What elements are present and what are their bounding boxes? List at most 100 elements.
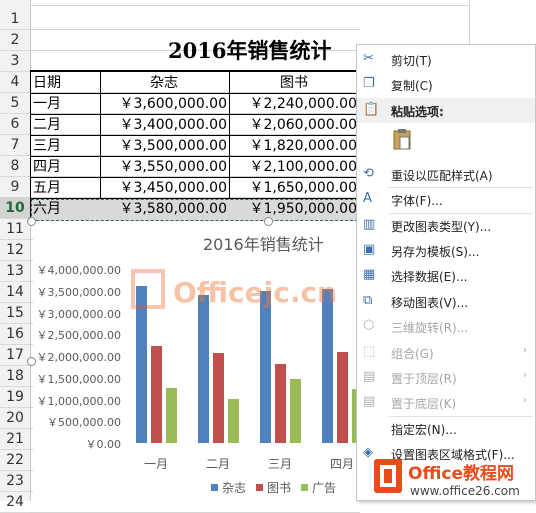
sheet-title[interactable]: 2016年销售统计 xyxy=(168,35,331,65)
x-axis-tick-label: 一月 xyxy=(144,457,169,471)
chart-legend[interactable]: 杂志 图书 广告 xyxy=(211,479,336,496)
menu-item-label: 另存为模板(S)... xyxy=(391,245,480,259)
bar-1-3[interactable] xyxy=(166,387,177,443)
row-number[interactable]: 1 xyxy=(0,8,30,30)
cell-magazine[interactable]: ￥3,550,000.00 xyxy=(101,156,227,178)
chart-resize-handle[interactable] xyxy=(264,217,273,226)
row-number[interactable]: 20 xyxy=(0,407,30,429)
chart-area[interactable]: 2016年销售统计 ￥4,000,000.00 ￥3,500,000.00 ￥3,0… xyxy=(33,221,363,501)
menu-item-0[interactable]: ✂ 剪切(T) xyxy=(357,47,535,72)
row-number[interactable]: 10 xyxy=(0,197,30,219)
menu-item-12[interactable]: ▤ 置于底层(K) › xyxy=(357,390,535,415)
row-number[interactable]: 6 xyxy=(0,113,30,135)
cell-magazine[interactable]: ￥3,600,000.00 xyxy=(101,93,227,115)
menu-item-13[interactable]: 指定宏(N)... xyxy=(357,416,535,441)
chart-resize-handle[interactable] xyxy=(27,217,36,226)
row-header-column: 1 2 3 4 5 6 7 8 9 10 11 12 13 14 15 16 17 18 19 20 21 22 23 24 xyxy=(0,0,31,513)
bar-2-2[interactable] xyxy=(213,353,224,443)
y-axis-tick-label: ￥2,000,000.00 xyxy=(36,351,121,364)
save-template-icon: ▣ xyxy=(363,242,376,257)
y-axis-tick-label: ￥3,000,000.00 xyxy=(36,307,121,321)
reset-style-icon: ⟲ xyxy=(363,165,374,181)
menu-item-label: 复制(C) xyxy=(391,79,433,94)
row-number[interactable]: 13 xyxy=(0,260,30,282)
menu-item-label: 置于顶层(R) xyxy=(391,372,457,386)
bar-4-1[interactable] xyxy=(322,288,333,443)
submenu-arrow-icon: › xyxy=(523,395,527,407)
row-number[interactable]: 3 xyxy=(0,50,30,72)
menu-item-7[interactable]: ▦ 选择数据(E)... xyxy=(357,263,535,288)
header-date[interactable]: 日期 xyxy=(33,72,61,94)
cell-book[interactable]: ￥2,060,000.00 xyxy=(230,114,357,136)
row-number[interactable]: 4 xyxy=(0,71,30,93)
cell-book[interactable]: ￥1,820,000.00 xyxy=(230,135,357,157)
menu-item-8[interactable]: ⧉ 移动图表(V)... xyxy=(357,289,535,314)
cell-magazine[interactable]: ￥3,400,000.00 xyxy=(101,114,227,136)
row-number[interactable]: 17 xyxy=(0,344,30,366)
context-menu: ✂ 剪切(T) ❐ 复制(C) 📋 粘贴选项: ⟲ 重设以匹配样式(A) A 字体(F)... ▥ 更… xyxy=(356,44,536,501)
cell-date[interactable]: 一月 xyxy=(33,93,61,115)
menu-item-9[interactable]: ⬡ 三维旋转(R)... xyxy=(357,314,535,339)
submenu-arrow-icon: › xyxy=(523,370,527,381)
bar-3-1[interactable] xyxy=(260,290,271,443)
menu-item-10[interactable]: ⬚ 组合(G) › xyxy=(357,340,535,365)
header-book[interactable]: 图书 xyxy=(280,72,308,94)
cell-date[interactable]: 四月 xyxy=(33,156,61,178)
legend-swatch xyxy=(256,484,264,491)
row-number[interactable]: 8 xyxy=(0,155,30,177)
x-axis-tick-label: 四月 xyxy=(330,457,355,471)
menu-item-label: 组合(G) xyxy=(391,346,434,361)
office26-logo: Office教程网 www.office26.com xyxy=(374,459,520,498)
menu-item-3[interactable]: ⟲ 重设以匹配样式(A) xyxy=(357,162,535,187)
bar-1-1[interactable] xyxy=(136,286,147,443)
x-axis-tick-label: 三月 xyxy=(268,457,293,471)
bar-3-2[interactable] xyxy=(275,363,286,443)
bar-3-3[interactable] xyxy=(290,379,301,443)
cell-magazine[interactable]: ￥3,500,000.00 xyxy=(101,135,227,157)
row-number[interactable]: 18 xyxy=(0,365,30,387)
row-number[interactable]: 24 xyxy=(0,491,30,513)
row-number[interactable]: 14 xyxy=(0,281,30,303)
header-magazine[interactable]: 杂志 xyxy=(150,72,178,94)
cell-date[interactable]: 五月 xyxy=(33,177,61,199)
submenu-arrow-icon: › xyxy=(523,344,527,356)
cell-magazine[interactable]: ￥3,450,000.00 xyxy=(101,177,227,199)
y-axis-tick-label: ￥3,500,000.00 xyxy=(36,285,121,299)
cell-book[interactable]: ￥1,650,000.00 xyxy=(230,177,357,199)
row-number[interactable]: 21 xyxy=(0,428,30,450)
chart-resize-handle[interactable] xyxy=(27,357,36,366)
row-number[interactable]: 2 xyxy=(0,29,30,51)
row-number[interactable]: 22 xyxy=(0,449,30,471)
cell-book[interactable]: ￥2,100,000.00 xyxy=(230,156,357,178)
cell-date[interactable]: 二月 xyxy=(33,114,61,136)
cell-book[interactable]: ￥2,240,000.00 xyxy=(230,93,357,115)
chart-title[interactable]: 2016年销售统计 xyxy=(203,231,324,255)
y-axis-tick-label: ￥1,000,000.00 xyxy=(36,394,121,408)
paste-keep-source-icon[interactable] xyxy=(393,128,411,150)
row-number[interactable]: 11 xyxy=(0,218,30,240)
menu-item-6[interactable]: ▣ 另存为模板(S)... xyxy=(357,238,535,263)
row-number[interactable]: 9 xyxy=(0,176,30,198)
menu-item-11[interactable]: ▤ 置于顶层(R) › xyxy=(357,365,535,390)
row-number[interactable]: 19 xyxy=(0,386,30,408)
row-number[interactable]: 23 xyxy=(0,470,30,492)
row-number[interactable]: 16 xyxy=(0,323,30,345)
gridline xyxy=(30,5,470,6)
menu-item-1[interactable]: ❐ 复制(C) xyxy=(357,72,535,97)
bar-2-1[interactable] xyxy=(198,295,209,443)
menu-item-4[interactable]: A 字体(F)... xyxy=(357,187,535,212)
legend-item-book: 图书 xyxy=(267,481,292,495)
bar-2-3[interactable] xyxy=(228,398,239,443)
menu-item-5[interactable]: ▥ 更改图表类型(Y)... xyxy=(357,213,535,238)
row-number[interactable]: 15 xyxy=(0,302,30,324)
bar-4-2[interactable] xyxy=(337,351,348,443)
y-axis-tick-label: ￥0.00 xyxy=(85,438,122,451)
cell-date[interactable]: 三月 xyxy=(33,135,61,157)
menu-item-label: 更改图表类型(Y)... xyxy=(391,219,492,234)
gridline xyxy=(30,29,360,30)
menu-item-label: 三维旋转(R)... xyxy=(391,321,469,336)
row-number[interactable]: 5 xyxy=(0,92,30,114)
row-number[interactable]: 12 xyxy=(0,239,30,261)
row-number[interactable]: 7 xyxy=(0,134,30,156)
bar-1-2[interactable] xyxy=(151,345,162,443)
